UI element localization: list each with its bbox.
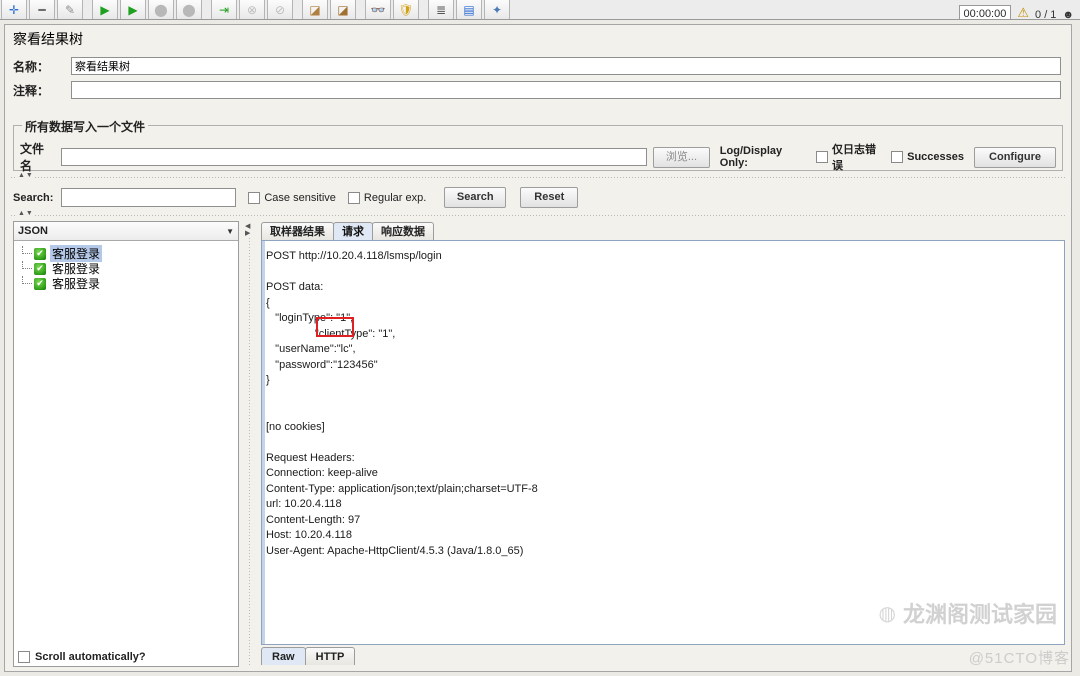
name-label: 名称： bbox=[13, 59, 50, 74]
name-row: 名称： bbox=[13, 57, 1063, 75]
file-group-title: 所有数据写入一个文件 bbox=[22, 118, 149, 135]
request-viewer[interactable]: POST http://10.20.4.118/lsmsp/login POST… bbox=[261, 240, 1065, 645]
results-tree-panel: JSON ▼ ✔ 客服登录 ✔ 客服登录 ✔ 客服登录 Scroll autom… bbox=[13, 221, 239, 667]
successes-checkbox[interactable]: Successes bbox=[891, 151, 964, 163]
main-toolbar: ✛ ━ ✎ ▶ ▶ ⬤ ⬤ ⇥ ⊗ ⊘ ◪ ◪ 👓 🛡 ≣ ▤ ✦ 00:00:… bbox=[0, 0, 1080, 20]
vertical-splitter[interactable]: ◀ ▶ bbox=[240, 221, 260, 667]
errors-only-checkbox[interactable]: 仅日志错误 bbox=[816, 141, 885, 173]
search-icon[interactable]: 👓 bbox=[365, 0, 391, 19]
result-detail-panel: 取样器结果 请求 响应数据 POST http://10.20.4.118/ls… bbox=[261, 221, 1065, 667]
viewer-gutter bbox=[262, 241, 265, 644]
browse-button[interactable]: 浏览... bbox=[653, 146, 710, 168]
successes-checkbox-box[interactable] bbox=[891, 151, 904, 163]
scroll-automatically-checkbox[interactable]: Scroll automatically? bbox=[18, 651, 146, 663]
renderer-combo[interactable]: JSON ▼ bbox=[14, 222, 238, 241]
success-icon: ✔ bbox=[34, 247, 46, 260]
remote-shutdown-icon[interactable]: ⊘ bbox=[267, 0, 293, 19]
tree-node-1[interactable]: ✔ 客服登录 bbox=[20, 261, 238, 276]
warning-icon[interactable]: ⚠ bbox=[1017, 5, 1029, 19]
clear-all-icon[interactable]: ◪ bbox=[330, 0, 356, 19]
case-sensitive-checkbox-box[interactable] bbox=[248, 191, 261, 204]
tree-elbow bbox=[22, 276, 32, 284]
comment-input[interactable] bbox=[71, 81, 1061, 99]
tree-node-label: 客服登录 bbox=[52, 277, 101, 291]
search-button[interactable]: Search bbox=[444, 187, 507, 208]
results-split-pane: JSON ▼ ✔ 客服登录 ✔ 客服登录 ✔ 客服登录 Scroll autom… bbox=[13, 221, 1065, 667]
regular-exp-label: Regular exp. bbox=[363, 191, 427, 204]
success-icon: ✔ bbox=[34, 262, 46, 275]
add-icon[interactable]: ✛ bbox=[1, 0, 27, 19]
vertical-splitter-arrows[interactable]: ◀ ▶ bbox=[245, 223, 251, 237]
help-icon[interactable]: ▤ bbox=[456, 0, 482, 19]
templates-icon[interactable]: ✦ bbox=[484, 0, 510, 19]
jmeter-window: ✛ ━ ✎ ▶ ▶ ⬤ ⬤ ⇥ ⊗ ⊘ ◪ ◪ 👓 🛡 ≣ ▤ ✦ 00:00:… bbox=[0, 0, 1080, 676]
success-icon: ✔ bbox=[34, 277, 46, 290]
search-input[interactable] bbox=[61, 188, 237, 207]
view-mode-tab-bar: Raw HTTP bbox=[261, 647, 356, 665]
clear-icon[interactable]: ◪ bbox=[302, 0, 328, 19]
splitter-top-arrows[interactable]: ▲▼ bbox=[17, 172, 35, 180]
elapsed-timer: 00:00:00 bbox=[958, 5, 1012, 19]
write-all-data-to-file-group: 所有数据写入一个文件 文件名 浏览... Log/Display Only: 仅… bbox=[13, 118, 1063, 173]
remote-stop-icon[interactable]: ⊗ bbox=[239, 0, 265, 19]
result-tab-bar: 取样器结果 请求 响应数据 bbox=[261, 221, 434, 240]
tab-response-data[interactable]: 响应数据 bbox=[372, 222, 434, 240]
shutdown-icon[interactable]: ⬤ bbox=[176, 0, 202, 19]
remove-icon[interactable]: ━ bbox=[29, 0, 55, 19]
reset-button[interactable]: Reset bbox=[520, 187, 579, 208]
reset-search-icon[interactable]: 🛡 bbox=[393, 0, 419, 19]
tab-http[interactable]: HTTP bbox=[304, 647, 356, 665]
tab-sampler-result[interactable]: 取样器结果 bbox=[261, 222, 334, 240]
tree-node-0[interactable]: ✔ 客服登录 bbox=[20, 245, 238, 262]
function-helper-icon[interactable]: ≣ bbox=[428, 0, 454, 19]
results-tree[interactable]: ✔ 客服登录 ✔ 客服登录 ✔ 客服登录 bbox=[14, 242, 238, 644]
successes-label: Successes bbox=[907, 151, 965, 163]
filename-label: 文件名 bbox=[20, 142, 45, 173]
remote-start-icon[interactable]: ⇥ bbox=[211, 0, 237, 19]
stop-icon[interactable]: ⬤ bbox=[148, 0, 174, 19]
splitter-bottom-arrows[interactable]: ▲▼ bbox=[17, 210, 35, 218]
edit-icon[interactable]: ✎ bbox=[57, 0, 83, 19]
splitter-top[interactable]: ▲▼ bbox=[11, 172, 1065, 181]
tree-elbow bbox=[22, 246, 32, 254]
start-icon[interactable]: ▶ bbox=[92, 0, 118, 19]
search-label: Search: bbox=[13, 191, 54, 204]
scroll-automatically-label: Scroll automatically? bbox=[35, 651, 146, 663]
regular-exp-checkbox-box[interactable] bbox=[347, 191, 360, 204]
case-sensitive-label: Case sensitive bbox=[264, 191, 336, 204]
page-title: 察看结果树 bbox=[13, 31, 83, 47]
start-no-pauses-icon[interactable]: ▶ bbox=[120, 0, 146, 19]
errors-only-checkbox-box[interactable] bbox=[816, 151, 829, 163]
search-bar: Search: Case sensitive Regular exp. Sear… bbox=[13, 187, 579, 208]
tree-node-2[interactable]: ✔ 客服登录 bbox=[20, 276, 238, 291]
renderer-combo-value: JSON bbox=[18, 225, 48, 237]
comment-label: 注释： bbox=[13, 83, 50, 98]
view-results-tree-panel: 察看结果树 名称： 注释： 所有数据写入一个文件 文件名 浏览... Log/D… bbox=[4, 24, 1072, 672]
case-sensitive-checkbox[interactable]: Case sensitive bbox=[248, 191, 336, 204]
scroll-automatically-checkbox-box[interactable] bbox=[18, 651, 30, 663]
filename-input[interactable] bbox=[60, 148, 648, 166]
splitter-bottom[interactable]: ▲▼ bbox=[11, 210, 1065, 219]
status-icon: ☻ bbox=[1062, 9, 1074, 20]
configure-button[interactable]: Configure bbox=[974, 146, 1056, 168]
name-input[interactable] bbox=[71, 57, 1061, 75]
tab-request[interactable]: 请求 bbox=[333, 222, 373, 240]
tree-elbow bbox=[22, 261, 32, 269]
active-thread-count: 0 / 1 bbox=[1035, 9, 1057, 20]
tab-raw[interactable]: Raw bbox=[261, 647, 306, 665]
errors-only-label: 仅日志错误 bbox=[832, 144, 877, 172]
log-display-only-label: Log/Display Only: bbox=[719, 145, 783, 169]
chevron-down-icon[interactable]: ▼ bbox=[226, 227, 234, 236]
request-body-text: POST http://10.20.4.118/lsmsp/login POST… bbox=[266, 250, 538, 557]
regular-exp-checkbox[interactable]: Regular exp. bbox=[347, 191, 427, 204]
toolbar-status-area: 00:00:00 ⚠ 0 / 1 ☻ bbox=[958, 5, 1080, 20]
comment-row: 注释： bbox=[13, 81, 1063, 99]
